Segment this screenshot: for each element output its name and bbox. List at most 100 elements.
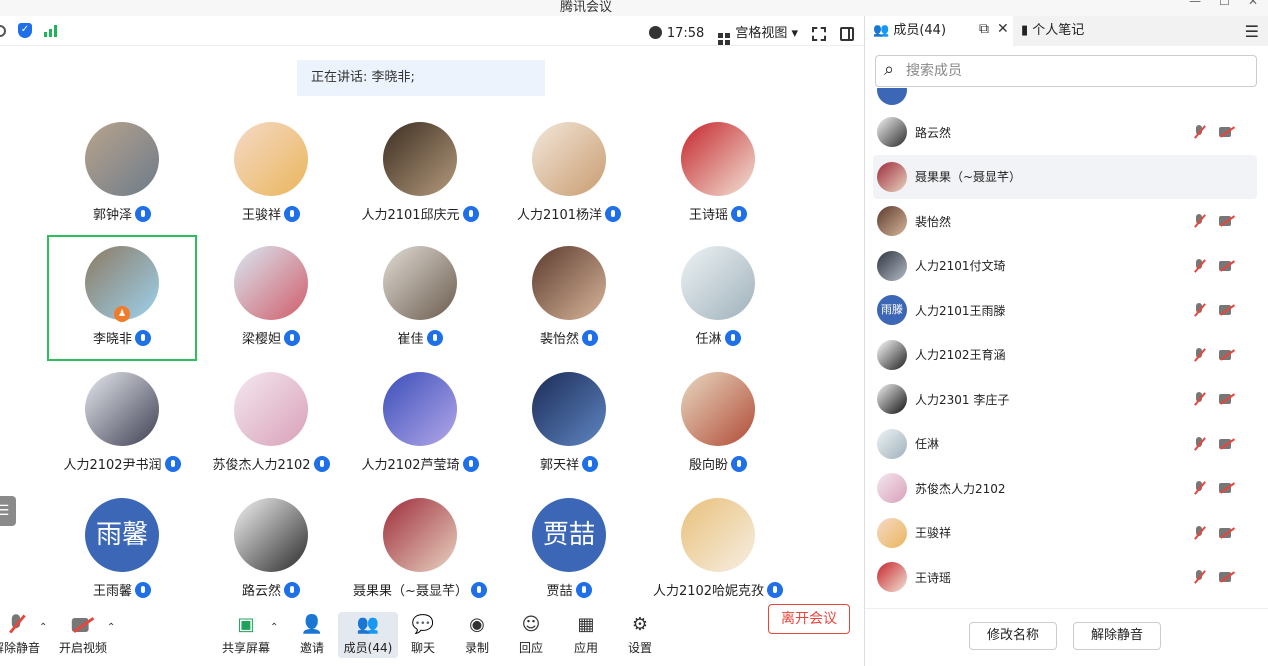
- participant-name: 崔佳: [397, 332, 424, 347]
- participant-tile[interactable]: 王诗瑶: [643, 122, 793, 223]
- participant-tile[interactable]: 任淋: [643, 246, 793, 347]
- microphone-off-icon[interactable]: [1193, 347, 1205, 362]
- microphone-off-icon[interactable]: [1193, 214, 1205, 228]
- avatar: [383, 246, 457, 320]
- camera-off-icon[interactable]: [1219, 393, 1235, 405]
- security-shield-icon[interactable]: ✓: [18, 23, 32, 38]
- meeting-info-icon[interactable]: [0, 24, 6, 37]
- minimize-button[interactable]: —: [1189, 0, 1201, 8]
- chat-button[interactable]: 💬 聊天: [393, 612, 453, 656]
- camera-off-icon[interactable]: [1219, 482, 1235, 494]
- record-button[interactable]: ◉ 录制: [447, 612, 507, 656]
- close-window-button[interactable]: ✕: [1248, 0, 1258, 8]
- gear-icon: ⚙: [631, 613, 649, 635]
- participant-tile[interactable]: 梁樱妲: [196, 246, 346, 347]
- microphone-off-icon[interactable]: [1193, 392, 1205, 406]
- view-switch-button[interactable]: 宫格视图 ▾: [718, 22, 798, 45]
- video-options-caret-icon[interactable]: ⌃: [107, 622, 115, 633]
- microphone-icon: [164, 455, 181, 472]
- leave-meeting-button[interactable]: 离开会议: [768, 604, 850, 634]
- share-options-caret-icon[interactable]: ⌃: [270, 622, 278, 633]
- popout-icon[interactable]: ⧉: [979, 21, 989, 37]
- tab-notes[interactable]: ▮ 个人笔记: [1013, 16, 1165, 46]
- participant-tile[interactable]: 人力2102尹书润: [47, 372, 197, 473]
- list-item[interactable]: 裴怡然: [873, 199, 1257, 243]
- participant-tile[interactable]: 人力2101杨洋: [494, 122, 644, 223]
- microphone-icon: [731, 205, 747, 222]
- share-screen-button[interactable]: ▣ 共享屏幕: [216, 612, 276, 656]
- participant-tile[interactable]: 殷向盼: [643, 372, 793, 473]
- list-item[interactable]: 任淋: [873, 422, 1257, 466]
- camera-off-icon[interactable]: [1219, 571, 1235, 583]
- settings-button[interactable]: ⚙ 设置: [610, 612, 670, 656]
- participant-tile[interactable]: 王骏祥: [196, 122, 346, 223]
- maximize-button[interactable]: ☐: [1219, 0, 1230, 8]
- participant-tile[interactable]: 雨馨 王雨馨: [47, 498, 197, 599]
- list-item[interactable]: 王诗瑶: [873, 555, 1257, 599]
- chat-bubble-icon: 💬: [411, 613, 435, 635]
- fullscreen-icon[interactable]: [812, 26, 826, 41]
- list-item[interactable]: 雨滕 人力2101王雨滕: [873, 288, 1257, 332]
- list-item[interactable]: 人力2301 李庄子: [873, 377, 1257, 421]
- participant-tile[interactable]: 路云然: [196, 498, 346, 599]
- menu-icon[interactable]: ☰: [1245, 22, 1259, 41]
- participant-tile[interactable]: 苏俊杰人力2102: [196, 372, 346, 473]
- member-status-icons: [1193, 436, 1235, 451]
- microphone-off-icon[interactable]: [1193, 258, 1205, 273]
- member-name: 人力2301 李庄子: [915, 392, 1010, 407]
- participant-name: 殷向盼: [688, 458, 728, 473]
- participant-tile[interactable]: 人力2102哈妮克孜: [643, 498, 793, 599]
- member-search-input[interactable]: 搜索成员: [875, 55, 1257, 87]
- microphone-off-icon[interactable]: [1193, 481, 1205, 495]
- list-item[interactable]: 路云然: [873, 110, 1257, 154]
- members-button[interactable]: 👥 成员(44): [338, 612, 398, 658]
- meeting-clock: 17:58: [648, 26, 704, 41]
- camera-off-icon[interactable]: [1219, 215, 1235, 227]
- list-item[interactable]: 人力2102王育涵: [873, 333, 1257, 377]
- camera-off-icon[interactable]: [1219, 349, 1235, 361]
- list-item[interactable]: 人力2101付文琦: [873, 244, 1257, 288]
- participant-tile[interactable]: 裴怡然: [494, 246, 644, 347]
- participant-name: 贾喆: [546, 584, 573, 599]
- list-item[interactable]: 王骏祥: [873, 511, 1257, 555]
- list-item-partial[interactable]: [873, 88, 1257, 112]
- participant-tile[interactable]: 李晓非: [47, 246, 197, 347]
- list-item[interactable]: 聂果果（~聂显芊）: [873, 154, 1257, 199]
- camera-off-icon[interactable]: [1219, 260, 1235, 272]
- camera-off-icon[interactable]: [1219, 438, 1235, 450]
- microphone-off-icon[interactable]: [1193, 570, 1205, 584]
- reaction-button[interactable]: ☺ 回应: [501, 612, 561, 656]
- mute-options-caret-icon[interactable]: ⌃: [39, 622, 47, 633]
- participant-tile[interactable]: 人力2101邱庆元: [345, 122, 495, 223]
- microphone-off-icon[interactable]: [1193, 303, 1205, 317]
- participant-tile[interactable]: 郭天祥: [494, 372, 644, 473]
- floating-menu-icon[interactable]: ☰: [0, 496, 16, 526]
- rename-button[interactable]: 修改名称: [969, 622, 1057, 650]
- participant-tile[interactable]: 崔佳: [345, 246, 495, 347]
- video-button[interactable]: 开启视频: [53, 612, 113, 656]
- close-icon[interactable]: ✕: [997, 21, 1009, 37]
- camera-off-icon[interactable]: [1219, 126, 1235, 138]
- network-signal-icon[interactable]: [44, 24, 57, 37]
- participant-tile[interactable]: 人力2102芦莹琦: [345, 372, 495, 473]
- participant-tile[interactable]: 郭钟泽: [47, 122, 197, 223]
- microphone-off-icon[interactable]: [1193, 436, 1205, 451]
- participant-tile[interactable]: 贾喆 贾喆: [494, 498, 644, 599]
- member-name: 人力2101王雨滕: [915, 303, 1006, 318]
- participant-name-row: 人力2101邱庆元: [345, 204, 495, 223]
- invite-button[interactable]: 👤 邀请: [282, 612, 342, 656]
- toggle-sidebar-icon[interactable]: [840, 26, 854, 41]
- microphone-icon: [767, 581, 784, 598]
- unmute-all-button[interactable]: 解除静音: [1073, 622, 1161, 650]
- participant-tile[interactable]: 聂果果（~聂显芊）: [345, 498, 495, 599]
- apps-button[interactable]: ▦ 应用: [556, 612, 616, 656]
- camera-off-icon[interactable]: [1219, 527, 1235, 539]
- microphone-off-icon[interactable]: [1193, 125, 1205, 139]
- participant-name-row: 人力2102尹书润: [47, 454, 197, 473]
- notebook-icon: ▮: [1021, 23, 1033, 38]
- camera-off-icon[interactable]: [1219, 304, 1235, 316]
- participant-name: 郭天祥: [539, 458, 579, 473]
- list-item[interactable]: 苏俊杰人力2102: [873, 466, 1257, 510]
- microphone-off-icon[interactable]: [1193, 525, 1205, 540]
- mute-button[interactable]: 解除静音: [0, 612, 46, 656]
